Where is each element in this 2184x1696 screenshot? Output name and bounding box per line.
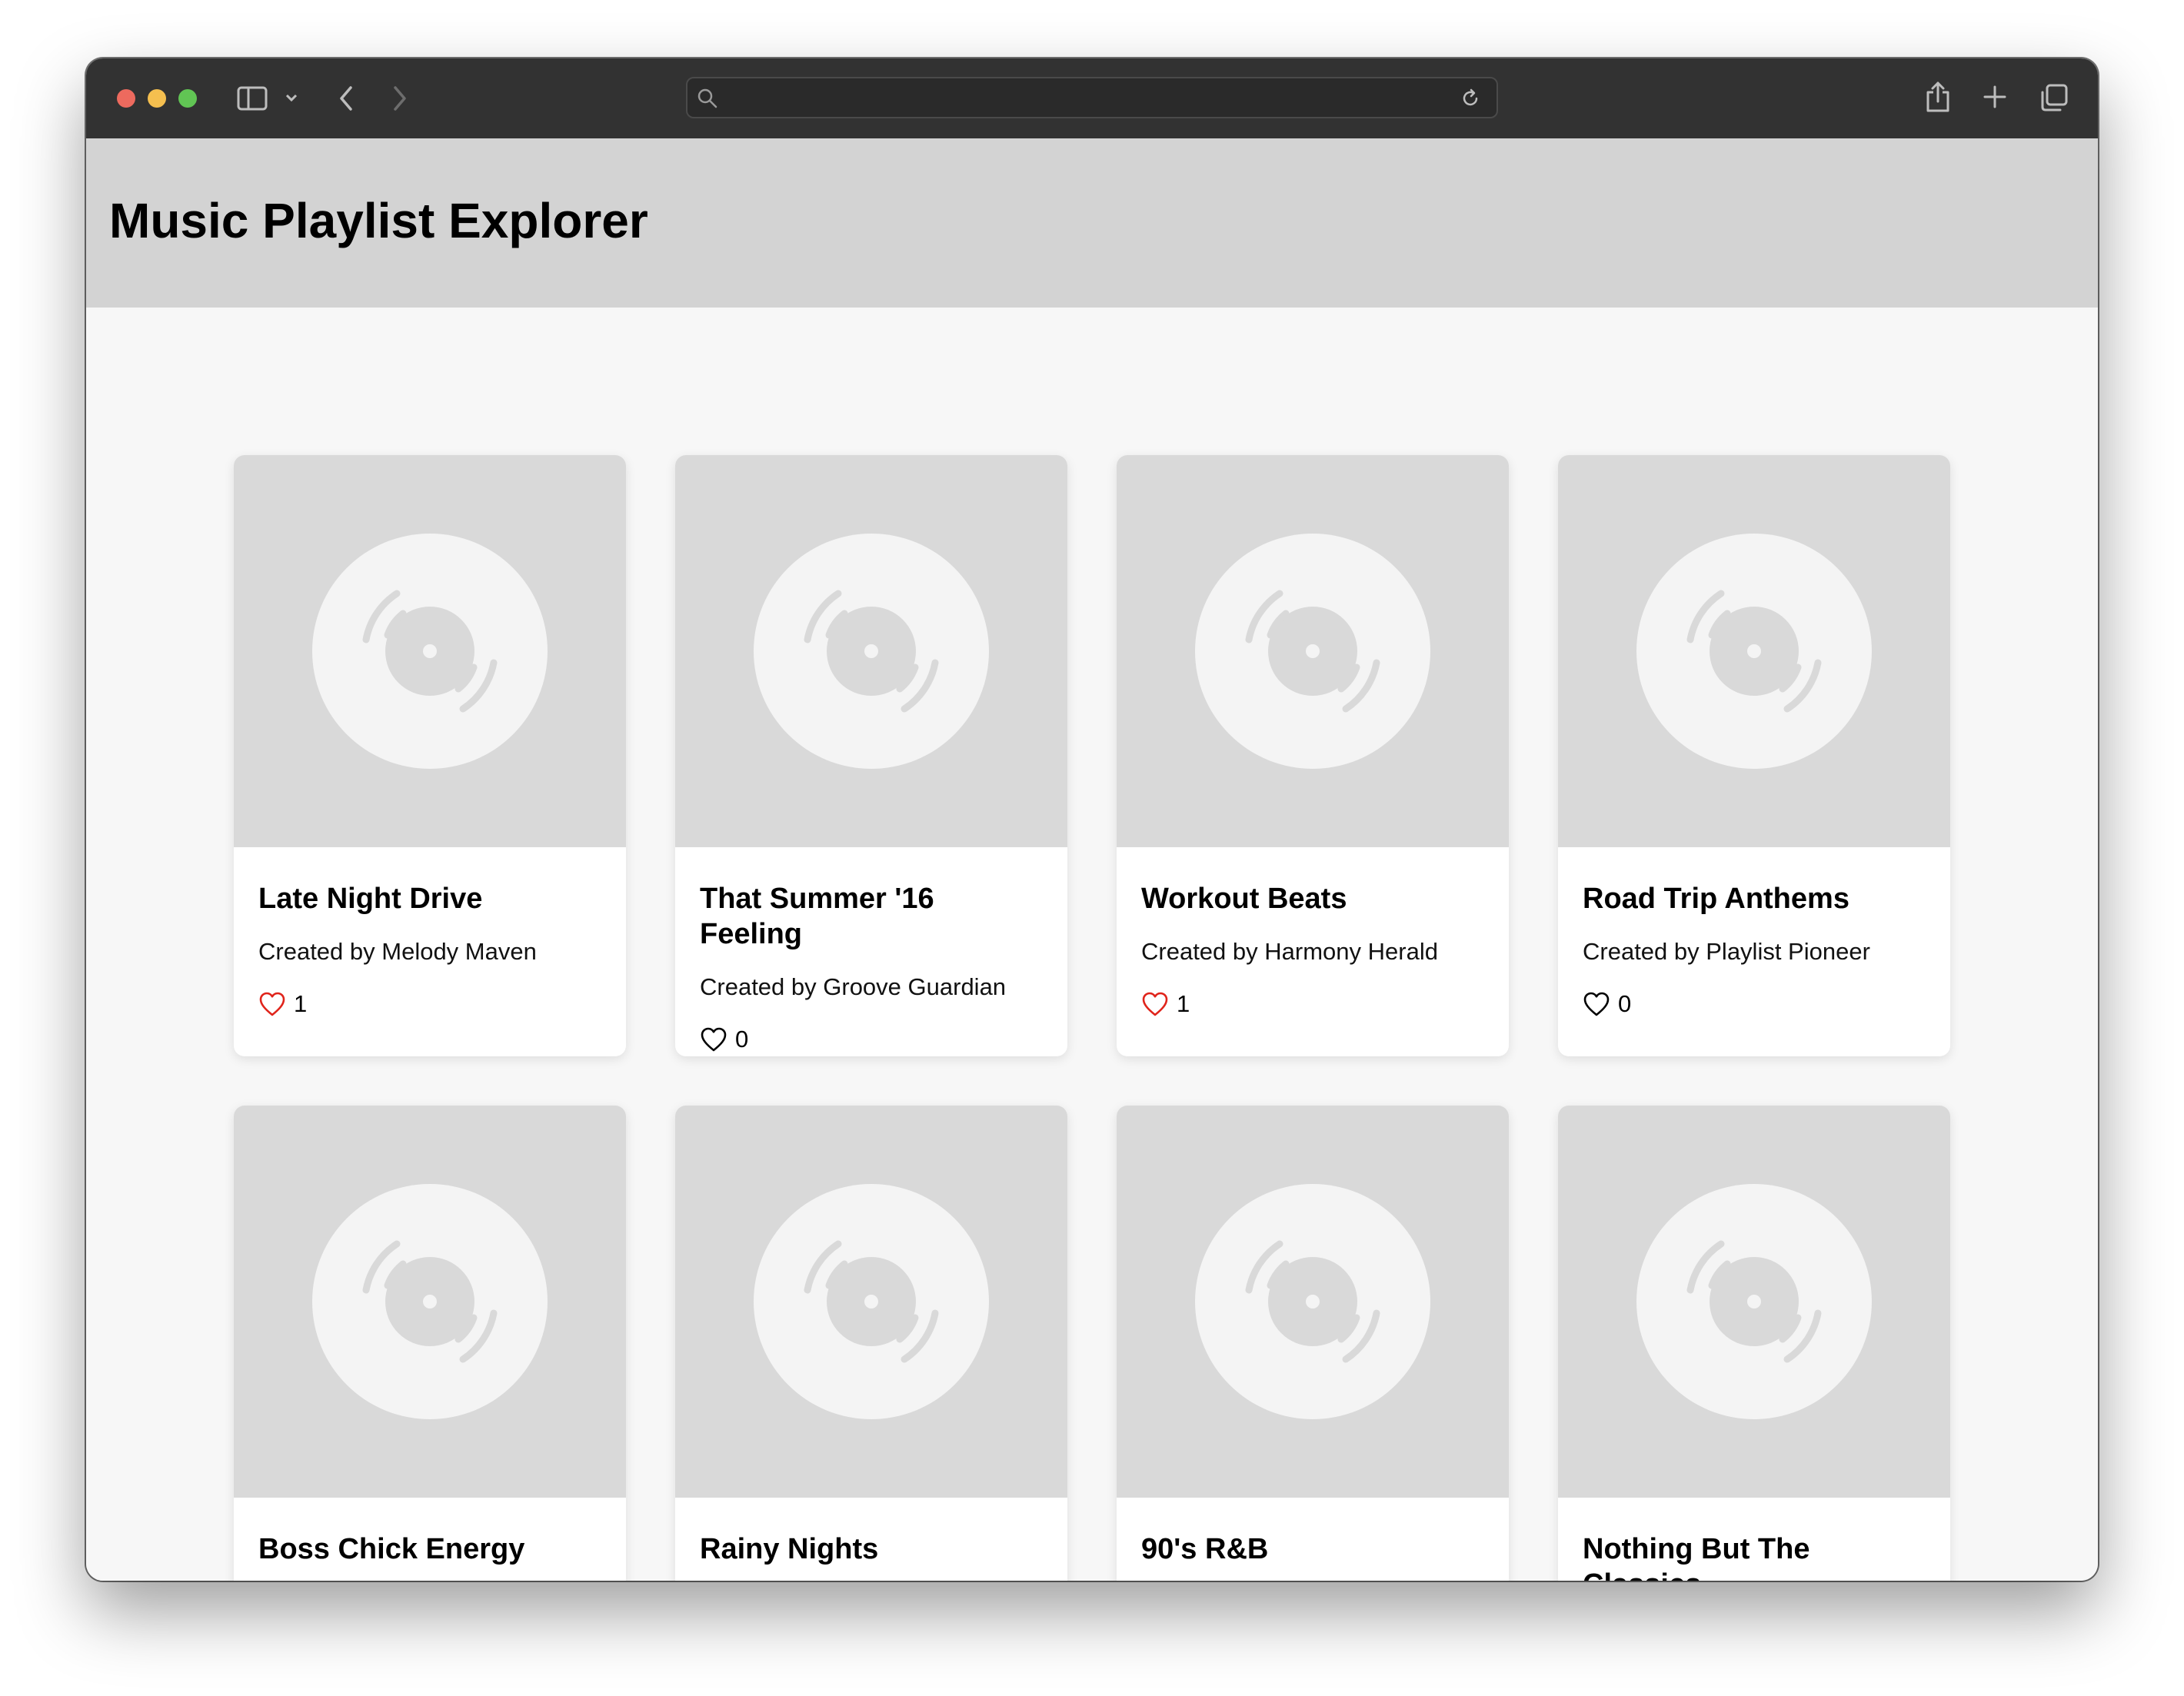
playlist-card[interactable]: 90's R&B <box>1117 1106 1509 1581</box>
playlist-cover <box>234 455 626 847</box>
vinyl-record-icon <box>1636 534 1872 769</box>
playlist-title: Rainy Nights <box>700 1533 879 1565</box>
browser-toolbar <box>86 58 2098 138</box>
heart-icon[interactable] <box>1583 991 1610 1017</box>
new-tab-icon[interactable] <box>1983 85 2007 109</box>
minimize-window-button[interactable] <box>148 89 166 108</box>
playlist-cover <box>675 1106 1067 1498</box>
playlist-card[interactable]: Nothing But The Classics <box>1558 1106 1950 1581</box>
like-count-value: 1 <box>1177 990 1190 1017</box>
playlist-card[interactable]: Workout Beats Created by Harmony Herald … <box>1117 455 1509 1056</box>
close-window-button[interactable] <box>117 89 135 108</box>
playlist-title: Workout Beats <box>1141 883 1347 915</box>
card-body: Late Night Drive Created by Melody Maven… <box>234 847 626 1018</box>
forward-arrow-icon[interactable] <box>391 85 409 112</box>
playlist-creator: Created by Groove Guardian <box>700 973 1007 1000</box>
playlist-cover <box>1558 1106 1950 1498</box>
vinyl-record-icon <box>754 534 989 769</box>
playlist-cover <box>234 1106 626 1498</box>
reload-icon[interactable] <box>1460 88 1481 109</box>
playlist-title: Late Night Drive <box>258 883 483 915</box>
share-icon[interactable] <box>1924 80 1952 114</box>
heart-icon[interactable] <box>1141 991 1169 1017</box>
browser-window: Music Playlist Explorer Late Night Drive… <box>86 58 2098 1581</box>
card-body: Road Trip Anthems Created by Playlist Pi… <box>1558 847 1950 1018</box>
playlist-creator: Created by Harmony Herald <box>1141 938 1438 965</box>
card-body: Boss Chick Energy <box>234 1498 626 1581</box>
playlist-cover <box>1117 455 1509 847</box>
like-count: 1 <box>1141 990 1484 1018</box>
like-count-value: 1 <box>294 990 308 1017</box>
search-icon <box>697 88 717 108</box>
playlist-creator: Created by Melody Maven <box>258 938 537 965</box>
playlist-card[interactable]: That Summer '16 Feeling Created by Groov… <box>675 455 1067 1056</box>
page-title: Music Playlist Explorer <box>109 193 648 248</box>
like-count: 0 <box>700 1026 1043 1053</box>
vinyl-record-icon <box>1636 1184 1872 1419</box>
playlist-cover <box>1117 1106 1509 1498</box>
card-body: Nothing But The Classics <box>1558 1498 1950 1581</box>
card-body: Rainy Nights <box>675 1498 1067 1581</box>
playlist-card[interactable]: Boss Chick Energy <box>234 1106 626 1581</box>
like-count-value: 0 <box>1618 990 1632 1017</box>
zoom-window-button[interactable] <box>178 89 197 108</box>
heart-icon[interactable] <box>258 991 286 1017</box>
playlist-card[interactable]: Road Trip Anthems Created by Playlist Pi… <box>1558 455 1950 1056</box>
tab-overview-icon[interactable] <box>2039 83 2069 112</box>
playlist-creator: Created by Playlist Pioneer <box>1583 938 1870 965</box>
playlist-cover <box>1558 455 1950 847</box>
sidebar-icon[interactable] <box>237 86 268 111</box>
chevron-down-icon[interactable] <box>285 92 298 103</box>
vinyl-record-icon <box>1195 1184 1430 1419</box>
page-header: Music Playlist Explorer <box>86 138 2098 308</box>
like-count-value: 0 <box>735 1026 749 1053</box>
vinyl-record-icon <box>754 1184 989 1419</box>
playlist-card[interactable]: Late Night Drive Created by Melody Maven… <box>234 455 626 1056</box>
address-input[interactable] <box>726 83 1444 114</box>
card-body: 90's R&B <box>1117 1498 1509 1581</box>
address-bar[interactable] <box>686 77 1498 118</box>
playlist-title: Nothing But The Classics <box>1583 1533 1810 1581</box>
vinyl-record-icon <box>312 534 548 769</box>
playlist-card[interactable]: Rainy Nights <box>675 1106 1067 1581</box>
playlist-grid: Late Night Drive Created by Melody Maven… <box>234 455 1950 1581</box>
like-count: 1 <box>258 990 601 1018</box>
vinyl-record-icon <box>312 1184 548 1419</box>
vinyl-record-icon <box>1195 534 1430 769</box>
like-count: 0 <box>1583 990 1926 1018</box>
playlist-area: Late Night Drive Created by Melody Maven… <box>86 308 2098 1581</box>
playlist-title: Boss Chick Energy <box>258 1533 525 1565</box>
playlist-title: Road Trip Anthems <box>1583 883 1849 915</box>
playlist-cover <box>675 455 1067 847</box>
back-arrow-icon[interactable] <box>337 85 355 112</box>
playlist-title: That Summer '16 Feeling <box>700 883 934 950</box>
playlist-title: 90's R&B <box>1141 1533 1269 1565</box>
card-body: Workout Beats Created by Harmony Herald … <box>1117 847 1509 1018</box>
heart-icon[interactable] <box>700 1026 727 1053</box>
card-body: That Summer '16 Feeling Created by Groov… <box>675 847 1067 1053</box>
